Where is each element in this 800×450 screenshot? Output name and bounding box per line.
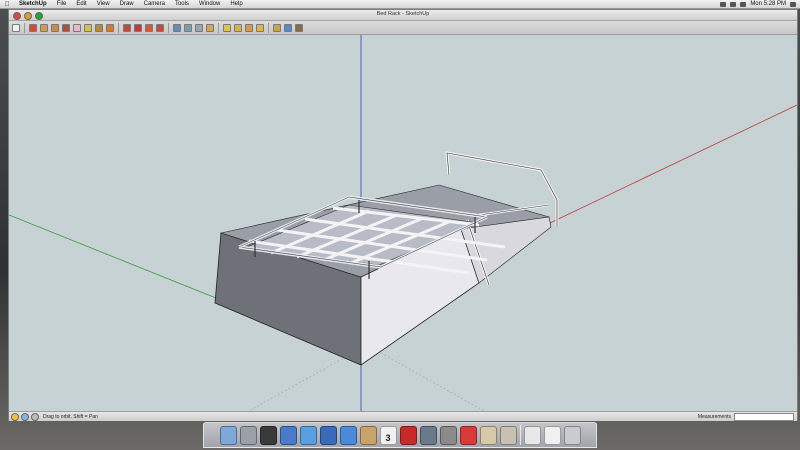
menu-sketchup[interactable]: SketchUp <box>14 1 52 7</box>
circle-icon[interactable] <box>51 23 59 32</box>
toolbar-separator <box>168 22 169 33</box>
main-toolbar <box>9 21 797 35</box>
follow-me-icon[interactable] <box>106 23 114 32</box>
battery-icon[interactable] <box>740 1 747 7</box>
menubar-clock[interactable]: Mon 5:28 PM <box>750 1 786 7</box>
toolbar-separator <box>24 22 25 33</box>
materials-icon[interactable] <box>256 23 264 32</box>
menubar-status-area: Mon 5:28 PM <box>720 1 800 7</box>
spotlight-search-icon[interactable] <box>790 1 796 7</box>
menu-bar:  SketchUp File Edit View Draw Camera To… <box>0 0 800 9</box>
mail-icon[interactable] <box>279 426 297 445</box>
red-axis <box>528 104 797 234</box>
move-icon[interactable] <box>123 23 131 32</box>
scale-icon[interactable] <box>145 23 153 32</box>
dock: 3 <box>203 422 597 448</box>
green-axis <box>9 214 217 299</box>
sketchup-icon[interactable] <box>459 426 477 445</box>
trash-icon[interactable] <box>563 426 581 445</box>
green-axis-negative <box>366 344 485 411</box>
geolocation-icon[interactable] <box>11 412 19 421</box>
safari-icon[interactable] <box>299 426 317 445</box>
share-model-icon[interactable] <box>284 23 292 32</box>
paint-bucket-icon[interactable] <box>84 23 92 32</box>
eraser-icon[interactable] <box>73 23 81 32</box>
rectangle-icon[interactable] <box>40 23 48 32</box>
measurements-area: Measurements <box>697 412 797 421</box>
photo-booth-icon[interactable] <box>399 426 417 445</box>
model-canvas[interactable] <box>9 35 797 411</box>
arc-icon[interactable] <box>62 23 70 32</box>
pan-icon[interactable] <box>184 23 192 32</box>
launchpad-icon[interactable] <box>239 426 257 445</box>
credits-icon[interactable] <box>21 412 29 421</box>
select-arrow-icon[interactable] <box>12 23 20 32</box>
app-store-icon[interactable] <box>339 426 357 445</box>
extension-warehouse-icon[interactable] <box>295 23 303 32</box>
menu-view[interactable]: View <box>92 1 115 7</box>
pdf-document-icon[interactable] <box>523 426 541 445</box>
menu-edit[interactable]: Edit <box>71 1 91 7</box>
help-question-icon[interactable] <box>31 412 39 421</box>
pencil-line-icon[interactable] <box>29 23 37 32</box>
menu-window[interactable]: Window <box>194 1 225 7</box>
itunes-icon[interactable] <box>319 426 337 445</box>
toolbar-separator <box>218 22 219 33</box>
finder-icon[interactable] <box>219 426 237 445</box>
dashboard-icon[interactable] <box>259 426 277 445</box>
menu-tools[interactable]: Tools <box>170 1 194 7</box>
menu-draw[interactable]: Draw <box>115 1 139 7</box>
model-viewport[interactable] <box>9 35 797 411</box>
measurements-label: Measurements <box>697 413 731 420</box>
status-hint-text: Drag to orbit. Shift = Pan <box>43 413 98 420</box>
menu-file[interactable]: File <box>52 1 72 7</box>
window-title: Bed Rack - SketchUp <box>376 11 430 17</box>
orbit-icon[interactable] <box>173 23 181 32</box>
components-icon[interactable] <box>245 23 253 32</box>
offset-icon[interactable] <box>156 23 164 32</box>
zoom-icon[interactable] <box>195 23 203 32</box>
system-preferences-icon[interactable] <box>439 426 457 445</box>
menu-camera[interactable]: Camera <box>139 1 170 7</box>
next-view-icon[interactable] <box>234 23 242 32</box>
wifi-icon[interactable] <box>720 1 727 7</box>
preview-icon[interactable] <box>419 426 437 445</box>
measurements-input[interactable] <box>734 412 794 421</box>
volume-icon[interactable] <box>730 1 737 7</box>
warehouse-icon[interactable] <box>273 23 281 32</box>
calendar-date: 3 <box>385 433 391 443</box>
text-document-icon[interactable] <box>543 426 561 445</box>
dock-separator <box>519 425 521 445</box>
sketchup-window: Bed Rack - SketchUp Drag to orbit. Shift… <box>8 9 798 421</box>
toolbar-separator <box>268 22 269 33</box>
utilities-icon[interactable] <box>499 426 517 445</box>
calendar-icon[interactable]: 3 <box>379 426 397 445</box>
rotate-icon[interactable] <box>134 23 142 32</box>
menu-help[interactable]: Help <box>225 1 247 7</box>
address-book-icon[interactable] <box>359 426 377 445</box>
apple-menu-icon[interactable]:  <box>0 1 14 8</box>
status-bar: Drag to orbit. Shift = Pan Measurements <box>9 411 797 421</box>
push-pull-icon[interactable] <box>95 23 103 32</box>
zoom-extents-icon[interactable] <box>206 23 214 32</box>
documents-stack-icon[interactable] <box>479 426 497 445</box>
toolbar-separator <box>118 22 119 33</box>
bed-rack-model[interactable] <box>214 151 559 366</box>
previous-view-icon[interactable] <box>223 23 231 32</box>
window-titlebar[interactable]: Bed Rack - SketchUp <box>9 10 797 21</box>
